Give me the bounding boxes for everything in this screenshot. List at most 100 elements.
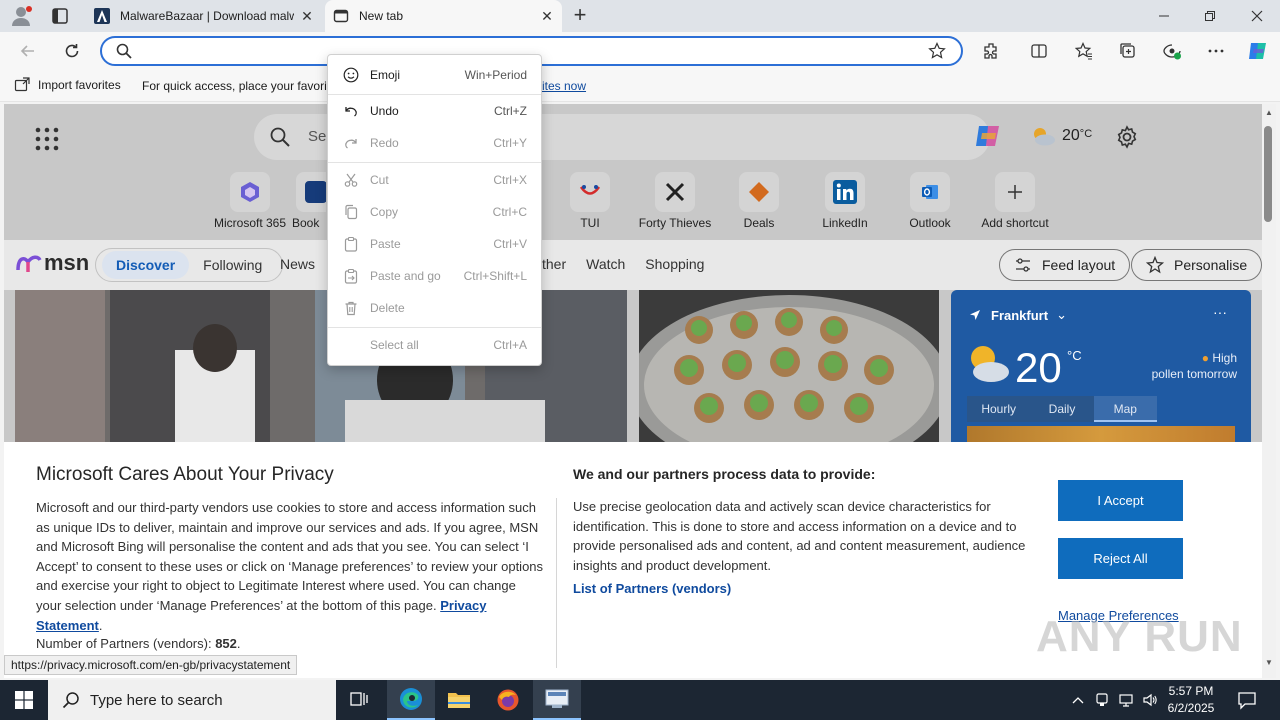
scroll-thumb[interactable] bbox=[1264, 126, 1272, 222]
chevron-up-icon[interactable] bbox=[1067, 689, 1089, 711]
personalise-button[interactable]: Personalise bbox=[1131, 249, 1263, 281]
volume-icon[interactable] bbox=[1139, 689, 1161, 711]
tab-malwarebazaar[interactable]: MalwareBazaar | Download malw ✕ bbox=[86, 0, 322, 32]
import-favorites-label: Import favorites bbox=[38, 78, 121, 92]
taskbar-clock[interactable]: 5:57 PM 6/2/2025 bbox=[1160, 683, 1222, 717]
tab-watch[interactable]: Watch bbox=[576, 256, 635, 272]
pollen-forecast[interactable]: ● High pollen tomorrow bbox=[1109, 350, 1237, 382]
feed-layout-button[interactable]: Feed layout bbox=[999, 249, 1131, 281]
paste-icon bbox=[342, 235, 360, 253]
extensions-icon[interactable] bbox=[980, 40, 1002, 62]
edge-taskbar-icon[interactable] bbox=[387, 680, 435, 720]
tab-discover[interactable]: Discover bbox=[102, 251, 190, 279]
pollen-icon: ● bbox=[1201, 351, 1209, 365]
meet-now-icon[interactable] bbox=[1091, 689, 1113, 711]
manage-favorites-link[interactable]: rites now bbox=[538, 79, 586, 93]
tab-actions-icon[interactable] bbox=[50, 6, 70, 26]
gear-icon[interactable] bbox=[1115, 125, 1139, 149]
shortcut-deals[interactable]: Deals bbox=[716, 172, 802, 230]
emoji-icon bbox=[342, 66, 360, 84]
task-view-icon[interactable] bbox=[336, 680, 384, 720]
import-favorites-button[interactable]: Import favorites bbox=[14, 77, 121, 93]
minimize-button[interactable] bbox=[1141, 0, 1187, 32]
shortcut-microsoft-365[interactable]: Microsoft 365 bbox=[207, 172, 293, 230]
weather-more-button[interactable]: ··· bbox=[1213, 304, 1227, 320]
collections-icon[interactable] bbox=[1117, 40, 1139, 62]
shortcut-linkedin[interactable]: LinkedIn bbox=[802, 172, 888, 230]
menu-item-emoji[interactable]: Emoji Win+Period bbox=[328, 59, 541, 91]
close-icon[interactable]: ✕ bbox=[540, 9, 554, 23]
add-shortcut-button[interactable]: Add shortcut bbox=[972, 172, 1058, 230]
msn-logo[interactable]: msn bbox=[16, 250, 89, 276]
undo-icon bbox=[342, 102, 360, 120]
tab-hourly[interactable]: Hourly bbox=[967, 396, 1030, 422]
link-status-tooltip: https://privacy.microsoft.com/en-gb/priv… bbox=[4, 655, 298, 675]
menu-separator bbox=[328, 327, 541, 328]
list-of-partners-link[interactable]: List of Partners (vendors) bbox=[573, 581, 731, 596]
msn-butterfly-icon bbox=[16, 252, 42, 274]
msn-weather-summary[interactable]: 20 °C bbox=[1030, 125, 1092, 147]
accept-button[interactable]: I Accept bbox=[1058, 480, 1183, 521]
favorites-icon[interactable] bbox=[1073, 40, 1095, 62]
windows-start-icon[interactable] bbox=[0, 680, 48, 720]
menu-item-redo[interactable]: Redo Ctrl+Y bbox=[328, 127, 541, 159]
performance-icon[interactable] bbox=[1161, 40, 1183, 62]
favorite-star-icon[interactable] bbox=[928, 42, 946, 60]
network-app-icon[interactable] bbox=[533, 680, 581, 720]
back-icon[interactable] bbox=[17, 40, 39, 62]
linkedin-icon bbox=[825, 172, 865, 212]
copilot-sidebar-icon[interactable] bbox=[1246, 39, 1270, 63]
restore-button[interactable] bbox=[1187, 0, 1233, 32]
menu-separator bbox=[328, 162, 541, 163]
scroll-up-icon[interactable]: ▲ bbox=[1264, 108, 1274, 118]
tab-following[interactable]: Following bbox=[189, 257, 276, 273]
tab-map[interactable]: Map bbox=[1093, 396, 1157, 422]
partly-cloudy-icon bbox=[1030, 125, 1056, 147]
menu-item-paste-and-go[interactable]: Paste and go Ctrl+Shift+L bbox=[328, 260, 541, 292]
shortcut-outlook[interactable]: Outlook bbox=[887, 172, 973, 230]
tab-shopping[interactable]: Shopping bbox=[635, 256, 714, 272]
tab-new-tab[interactable]: New tab ✕ bbox=[325, 0, 562, 32]
notification-center-icon[interactable] bbox=[1236, 689, 1258, 711]
scroll-down-icon[interactable]: ▼ bbox=[1264, 658, 1274, 668]
firefox-icon[interactable] bbox=[484, 680, 532, 720]
msn-search-placeholder: Se bbox=[308, 128, 327, 145]
close-window-button[interactable] bbox=[1234, 0, 1280, 32]
profile-icon[interactable] bbox=[10, 5, 34, 27]
reject-all-button[interactable]: Reject All bbox=[1058, 538, 1183, 579]
privacy-title: Microsoft Cares About Your Privacy bbox=[36, 464, 334, 485]
pollen-when: pollen tomorrow bbox=[1151, 367, 1237, 381]
copilot-icon[interactable] bbox=[972, 120, 1004, 152]
weather-card[interactable]: Frankfurt ⌄ ··· 20 °C ● High pollen tomo… bbox=[951, 290, 1251, 442]
shortcut-booking[interactable]: Book bbox=[292, 172, 326, 230]
refresh-icon[interactable] bbox=[61, 40, 83, 62]
more-menu-icon[interactable] bbox=[1205, 40, 1227, 62]
menu-item-cut[interactable]: Cut Ctrl+X bbox=[328, 164, 541, 196]
favorites-hint: For quick access, place your favorit bbox=[142, 79, 331, 93]
weather-location[interactable]: Frankfurt ⌄ bbox=[969, 307, 1067, 323]
close-icon[interactable]: ✕ bbox=[300, 9, 314, 23]
tab-daily[interactable]: Daily bbox=[1030, 396, 1093, 422]
menu-item-select-all[interactable]: Select all Ctrl+A bbox=[328, 329, 541, 361]
app-launcher-icon[interactable] bbox=[34, 126, 60, 152]
file-explorer-icon[interactable] bbox=[435, 680, 483, 720]
weather-unit: °C bbox=[1067, 348, 1082, 363]
clock-date: 6/2/2025 bbox=[1167, 701, 1215, 715]
split-screen-icon[interactable] bbox=[1028, 40, 1050, 62]
weather-map[interactable] bbox=[967, 426, 1235, 442]
menu-item-delete[interactable]: Delete bbox=[328, 292, 541, 324]
menu-item-undo[interactable]: Undo Ctrl+Z bbox=[328, 95, 541, 127]
context-menu: Emoji Win+Period Undo Ctrl+Z Redo Ctrl+Y… bbox=[327, 54, 542, 366]
food-news-image[interactable] bbox=[639, 290, 939, 442]
tab-news[interactable]: News bbox=[270, 256, 325, 272]
forty-thieves-icon bbox=[655, 172, 695, 212]
menu-item-copy[interactable]: Copy Ctrl+C bbox=[328, 196, 541, 228]
anyrun-watermark: ANY RUN bbox=[1036, 612, 1243, 661]
menu-item-paste[interactable]: Paste Ctrl+V bbox=[328, 228, 541, 260]
network-icon[interactable] bbox=[1115, 689, 1137, 711]
taskbar-search-box[interactable]: Type here to search bbox=[48, 680, 336, 720]
new-tab-button[interactable]: + bbox=[568, 4, 592, 28]
shortcut-forty-thieves[interactable]: Forty Thieves bbox=[632, 172, 718, 230]
shortcut-tui[interactable]: TUI bbox=[547, 172, 633, 230]
pollen-level: ● High bbox=[1201, 351, 1237, 365]
